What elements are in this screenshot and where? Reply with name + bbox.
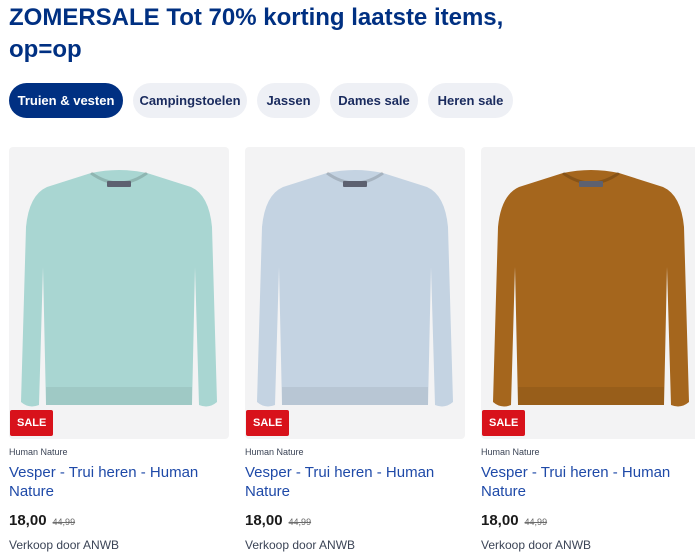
product-card[interactable]: SALE Human Nature Vesper - Trui heren - … bbox=[245, 147, 465, 552]
product-name-link[interactable]: Vesper - Trui heren - Human Nature bbox=[245, 463, 460, 501]
price-row: 18,00 44,99 bbox=[245, 512, 465, 529]
seller-label: Verkoop door ANWB bbox=[481, 538, 592, 552]
product-card[interactable]: SALE Human Nature Vesper - Trui heren - … bbox=[9, 147, 229, 552]
category-filter-bar: Truien & vesten Campingstoelen Jassen Da… bbox=[9, 83, 513, 118]
sale-badge: SALE bbox=[246, 410, 290, 436]
sweater-icon bbox=[21, 170, 217, 407]
seller-label: Verkoop door ANWB bbox=[9, 538, 120, 552]
price-row: 18,00 44,99 bbox=[481, 512, 695, 529]
page-title: ZOMERSALE Tot 70% korting laatste items,… bbox=[9, 4, 504, 63]
filter-chip-jassen[interactable]: Jassen bbox=[257, 83, 320, 118]
price-row: 18,00 44,99 bbox=[9, 512, 229, 529]
product-image[interactable]: SALE bbox=[245, 147, 465, 439]
filter-chip-dames-sale[interactable]: Dames sale bbox=[330, 83, 418, 118]
filter-chip-campingstoelen[interactable]: Campingstoelen bbox=[133, 83, 247, 118]
sale-price: 18,00 bbox=[9, 512, 47, 529]
seller-label: Verkoop door ANWB bbox=[245, 538, 356, 552]
product-brand: Human Nature bbox=[9, 447, 68, 457]
original-price: 44,99 bbox=[288, 517, 312, 527]
page: ZOMERSALE Tot 70% korting laatste items,… bbox=[0, 0, 695, 560]
filter-chip-truien-vesten[interactable]: Truien & vesten bbox=[9, 83, 123, 118]
sale-price: 18,00 bbox=[245, 512, 283, 529]
sweater-icon bbox=[257, 170, 453, 407]
product-name-link[interactable]: Vesper - Trui heren - Human Nature bbox=[481, 463, 695, 501]
product-image[interactable]: SALE bbox=[9, 147, 229, 439]
product-brand: Human Nature bbox=[481, 447, 540, 457]
sale-badge: SALE bbox=[10, 410, 54, 436]
product-card[interactable]: SALE Human Nature Vesper - Trui heren - … bbox=[481, 147, 695, 552]
product-name-link[interactable]: Vesper - Trui heren - Human Nature bbox=[9, 463, 224, 501]
sale-badge: SALE bbox=[482, 410, 526, 436]
product-image[interactable]: SALE bbox=[481, 147, 695, 439]
product-brand: Human Nature bbox=[245, 447, 304, 457]
filter-chip-heren-sale[interactable]: Heren sale bbox=[428, 83, 513, 118]
sweater-icon bbox=[493, 170, 689, 407]
sale-price: 18,00 bbox=[481, 512, 519, 529]
original-price: 44,99 bbox=[52, 517, 76, 527]
original-price: 44,99 bbox=[524, 517, 548, 527]
